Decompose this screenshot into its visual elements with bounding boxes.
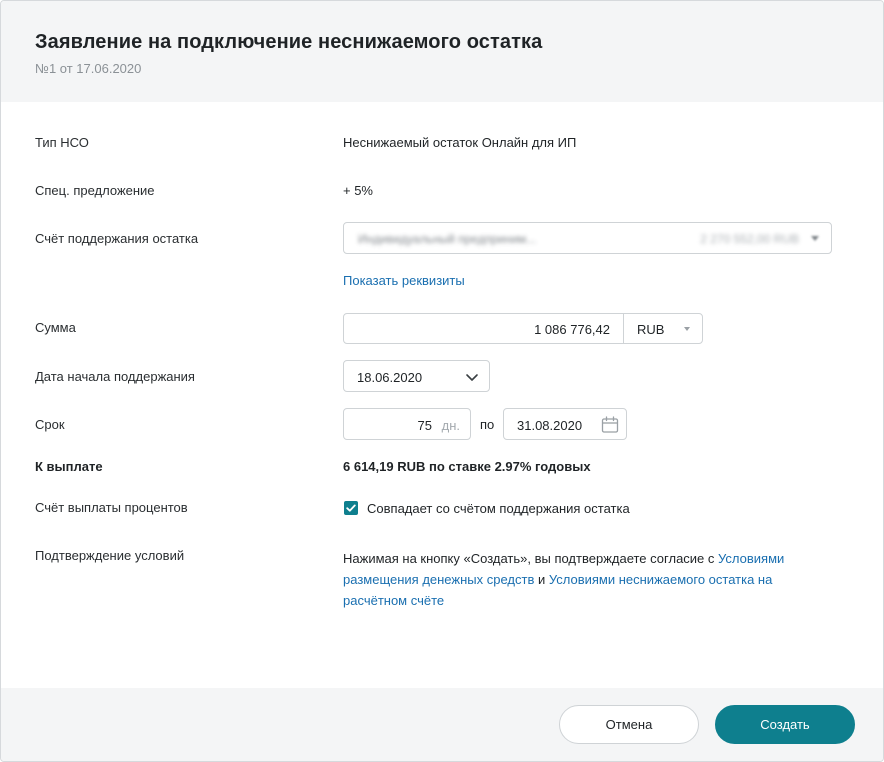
confirmation-text-middle: и (534, 572, 549, 587)
dialog-header: Заявление на подключение неснижаемого ос… (1, 1, 883, 102)
interest-account-label: Счёт выплаты процентов (35, 500, 188, 515)
end-date-input[interactable]: 31.08.2020 (503, 408, 627, 440)
calendar-icon[interactable] (600, 415, 620, 435)
account-balance: 2 270 552,00 RUB (700, 232, 799, 246)
amount-value: 1 086 776,42 (534, 322, 610, 337)
same-account-checkbox[interactable] (344, 501, 358, 515)
end-date-value: 31.08.2020 (517, 418, 583, 433)
confirmation-text: Нажимая на кнопку «Создать», вы подтверж… (343, 548, 833, 611)
special-offer-label: Спец. предложение (35, 183, 155, 198)
chevron-down-icon (811, 236, 819, 241)
term-days-value: 75 (417, 418, 432, 433)
confirmation-text-before: Нажимая на кнопку «Создать», вы подтверж… (343, 551, 719, 566)
payout-value: 6 614,19 RUB по ставке 2.97% годовых (343, 459, 591, 474)
cancel-button[interactable]: Отмена (559, 705, 699, 744)
show-details-link[interactable]: Показать реквизиты (343, 273, 465, 288)
amount-label: Сумма (35, 320, 76, 335)
term-days-unit: дн. (441, 418, 460, 433)
term-days-input[interactable]: 75 дн. (343, 408, 471, 440)
currency-select[interactable]: RUB (623, 313, 703, 344)
special-offer-value: + 5% (343, 183, 373, 198)
term-separator: по (480, 417, 495, 432)
account-select[interactable]: Индивидуальный предприним... 2 270 552,0… (343, 222, 832, 254)
amount-input[interactable]: 1 086 776,42 (343, 313, 624, 344)
confirmation-label: Подтверждение условий (35, 548, 185, 563)
account-label: Счёт поддержания остатка (35, 231, 199, 246)
currency-value: RUB (637, 322, 665, 337)
caret-down-icon (684, 327, 690, 331)
nso-type-label: Тип НСО (35, 135, 89, 150)
check-icon (346, 504, 356, 512)
same-account-checkbox-label[interactable]: Совпадает со счётом поддержания остатка (367, 501, 630, 516)
create-button[interactable]: Создать (715, 705, 855, 744)
account-name: Индивидуальный предприним... (358, 232, 537, 246)
dialog-title: Заявление на подключение неснижаемого ос… (35, 31, 543, 53)
dialog: Заявление на подключение неснижаемого ос… (0, 0, 884, 762)
start-date-label: Дата начала поддержания (35, 369, 195, 384)
start-date-select[interactable]: 18.06.2020 (343, 360, 490, 392)
nso-type-value: Неснижаемый остаток Онлайн для ИП (343, 135, 577, 150)
start-date-value: 18.06.2020 (357, 370, 423, 385)
payout-label: К выплате (35, 459, 103, 474)
term-label: Срок (35, 417, 65, 432)
dialog-subtitle: №1 от 17.06.2020 (35, 61, 142, 76)
chevron-down-icon (466, 374, 478, 381)
